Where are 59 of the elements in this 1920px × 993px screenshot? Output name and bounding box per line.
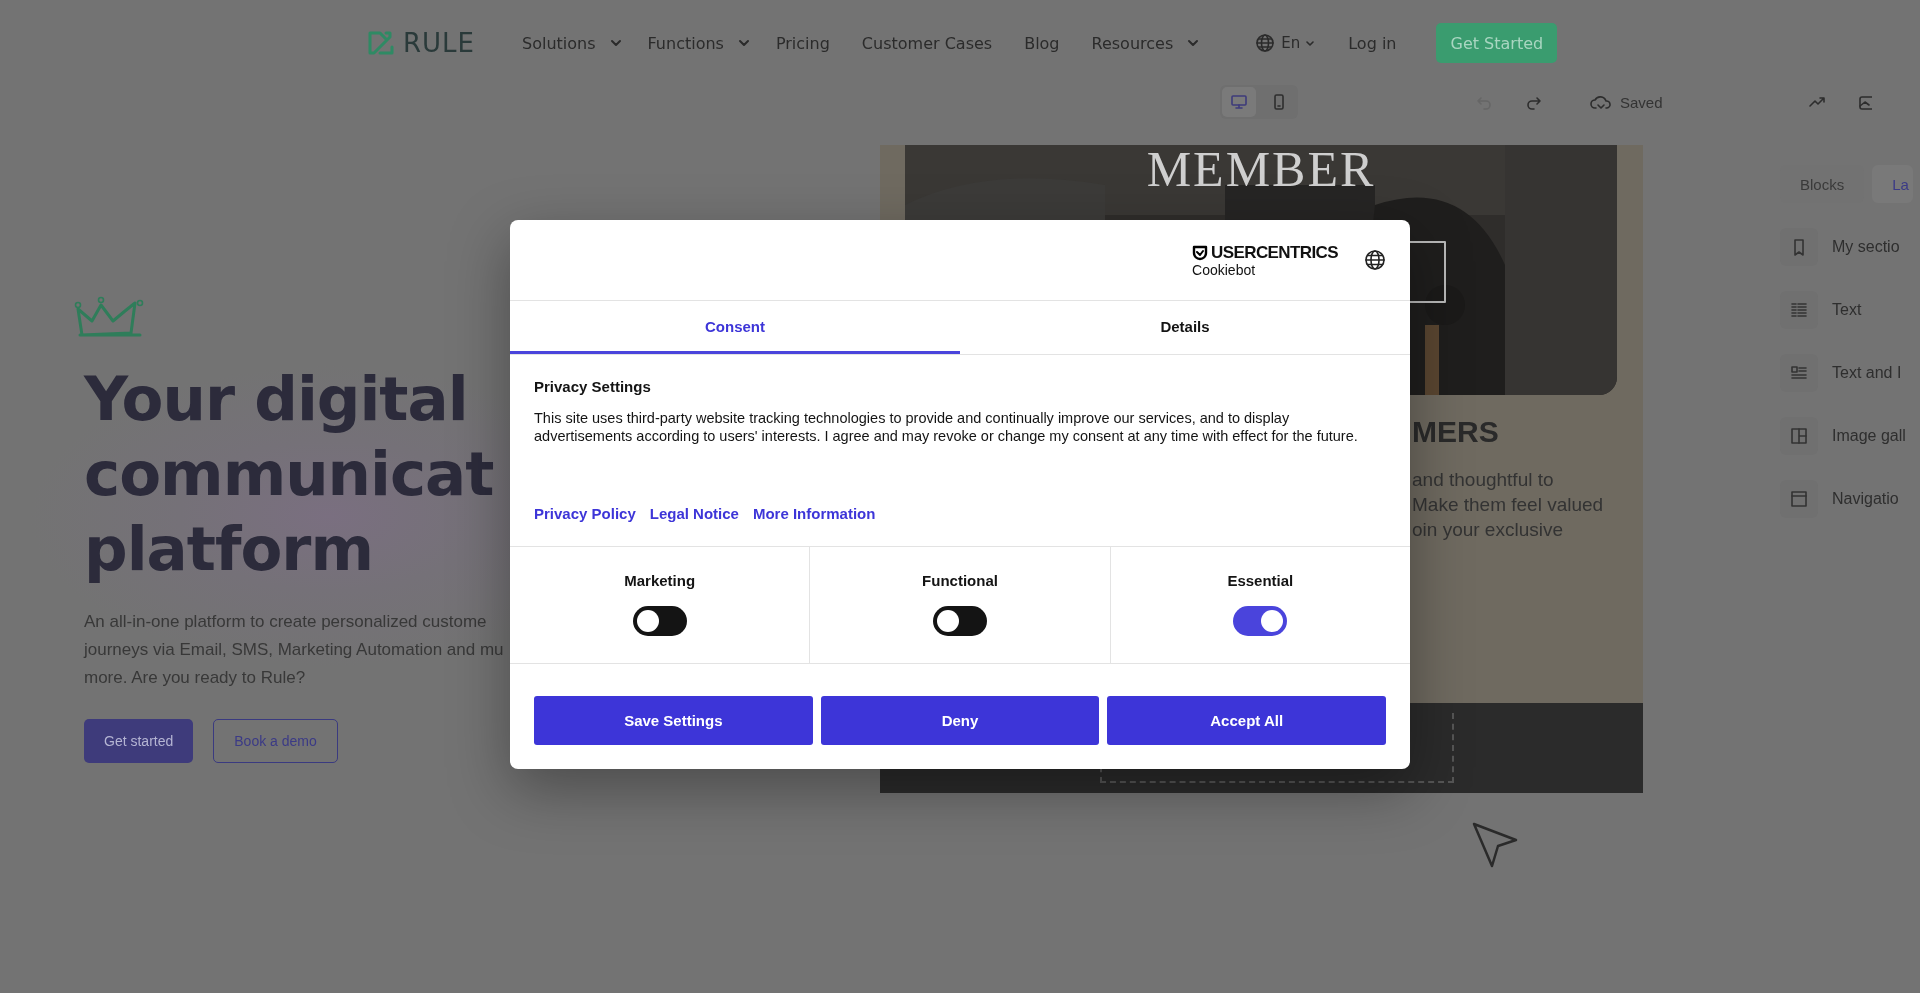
- block-item[interactable]: My sectio: [1780, 228, 1920, 266]
- dialog-button[interactable]: Save Settings: [534, 696, 813, 745]
- heading-line: Your digital: [84, 362, 468, 436]
- cursor-icon: [1470, 820, 1520, 870]
- nav-link[interactable]: Functions: [647, 33, 724, 53]
- globe-icon[interactable]: [1364, 249, 1386, 271]
- nav-link[interactable]: Solutions: [522, 33, 596, 53]
- block-item[interactable]: Navigatio: [1780, 480, 1920, 518]
- dialog-button[interactable]: Accept All: [1107, 696, 1386, 745]
- login-link[interactable]: Log in: [1348, 33, 1397, 53]
- chevron-down-icon: [1306, 39, 1315, 47]
- brand-name: USERCENTRICS: [1211, 242, 1338, 263]
- dialog-link[interactable]: Privacy Policy: [534, 505, 636, 522]
- email-text: and thoughtful to Make them feel valued oin your exclusive: [1412, 468, 1605, 542]
- image-icon[interactable]: [1857, 93, 1872, 111]
- nav-link[interactable]: Resources: [1091, 33, 1174, 53]
- category-label: Functional: [922, 572, 998, 589]
- crown-icon: [74, 295, 144, 339]
- cloud-icon: [1590, 93, 1612, 111]
- product-name: Cookiebot: [1192, 262, 1257, 278]
- nav-link[interactable]: Customer Cases: [861, 33, 993, 53]
- dialog-title: Privacy Settings: [534, 378, 652, 395]
- dialog-button[interactable]: Deny: [820, 696, 1100, 745]
- nav-link[interactable]: Blog: [1024, 33, 1060, 53]
- book-demo-button[interactable]: Book a demo: [213, 719, 338, 763]
- hero-description: An all-in-one platform to create personalized custome journeys via Email, SMS, Marketing Automation and mu more. Are you ready to Rule?: [84, 611, 504, 689]
- dialog-link[interactable]: Legal Notice: [649, 505, 739, 522]
- category-label: Essential: [1227, 572, 1294, 589]
- logo-text[interactable]: RULE: [403, 28, 475, 58]
- category-label: Marketing: [624, 572, 696, 589]
- layout-icon: [1790, 490, 1808, 508]
- gallery-icon: [1790, 427, 1808, 445]
- heading-line: platform: [84, 512, 373, 586]
- nav-link[interactable]: Pricing: [775, 33, 830, 53]
- get-started-button[interactable]: Get started: [84, 719, 194, 763]
- shield-icon: [1192, 244, 1209, 261]
- get-started-button[interactable]: Get Started: [1436, 23, 1558, 63]
- heading-line: communicat: [84, 437, 494, 511]
- dialog-tab[interactable]: Consent: [510, 301, 960, 354]
- block-item[interactable]: Image gall: [1780, 417, 1920, 455]
- toggle-switch[interactable]: [933, 606, 987, 636]
- block-item[interactable]: Text: [1780, 291, 1920, 329]
- save-status: Saved: [1620, 93, 1663, 111]
- consent-text: This site uses third-party website tracking technologies to provide and continually improve our services, and to display advertisements according to users' interests. I agree and may revoke or change my consent at any time with effect for the future.: [534, 409, 1359, 445]
- panel-tab[interactable]: La: [1872, 165, 1913, 203]
- block-item[interactable]: Text and I: [1780, 354, 1920, 392]
- language-selector[interactable]: En: [1255, 33, 1315, 53]
- email-heading: MERS: [1412, 415, 1499, 449]
- dialog-tab[interactable]: Details: [960, 301, 1410, 354]
- email-title: MEMBER: [1145, 145, 1377, 193]
- dialog-link[interactable]: More Information: [752, 505, 876, 522]
- globe-icon: [1255, 33, 1276, 53]
- text-lines-icon: [1790, 301, 1808, 319]
- monitor-icon: [1230, 93, 1248, 111]
- toggle-switch[interactable]: [1233, 606, 1288, 636]
- text-image-icon: [1790, 364, 1808, 382]
- logo-icon: [367, 29, 395, 57]
- toggle-switch[interactable]: [632, 606, 687, 636]
- desktop-view-button[interactable]: [1222, 87, 1256, 117]
